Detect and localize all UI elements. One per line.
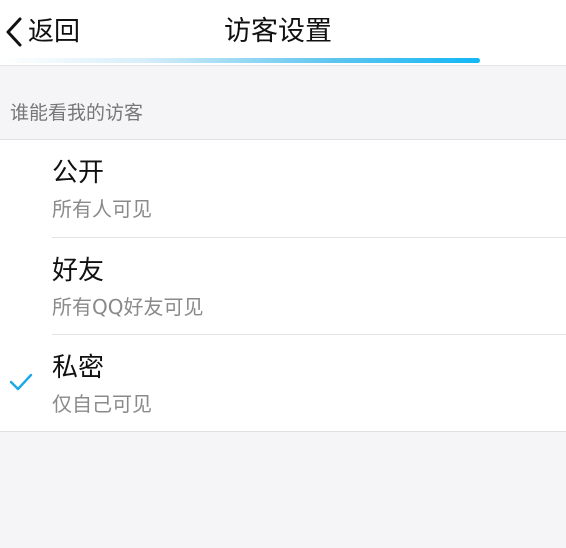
- option-title: 公开: [52, 158, 105, 188]
- option-subtitle: 仅自己可见: [52, 392, 152, 416]
- option-content: 公开 所有人可见: [52, 140, 566, 237]
- option-subtitle: 所有人可见: [52, 197, 152, 221]
- option-title: 私密: [52, 353, 105, 383]
- loading-progress-bar: [0, 58, 522, 63]
- option-content: 私密 仅自己可见: [52, 334, 566, 431]
- option-title: 好友: [52, 256, 105, 286]
- option-public[interactable]: 公开 所有人可见: [0, 140, 566, 237]
- option-content: 好友 所有QQ好友可见: [52, 237, 566, 334]
- nav-bar: 返回 访客设置: [0, 0, 566, 66]
- checkmark-icon: [9, 372, 33, 392]
- option-friends[interactable]: 好友 所有QQ好友可见: [0, 237, 566, 334]
- page-title: 访客设置: [224, 16, 332, 47]
- loading-progress-fill: [0, 58, 481, 63]
- option-private[interactable]: 私密 仅自己可见: [0, 334, 566, 431]
- visitor-privacy-options: 公开 所有人可见 好友 所有QQ好友可见 私密 仅自己可见: [0, 139, 566, 432]
- section-header: 谁能看我的访客: [10, 102, 144, 124]
- option-subtitle: 所有QQ好友可见: [52, 295, 204, 319]
